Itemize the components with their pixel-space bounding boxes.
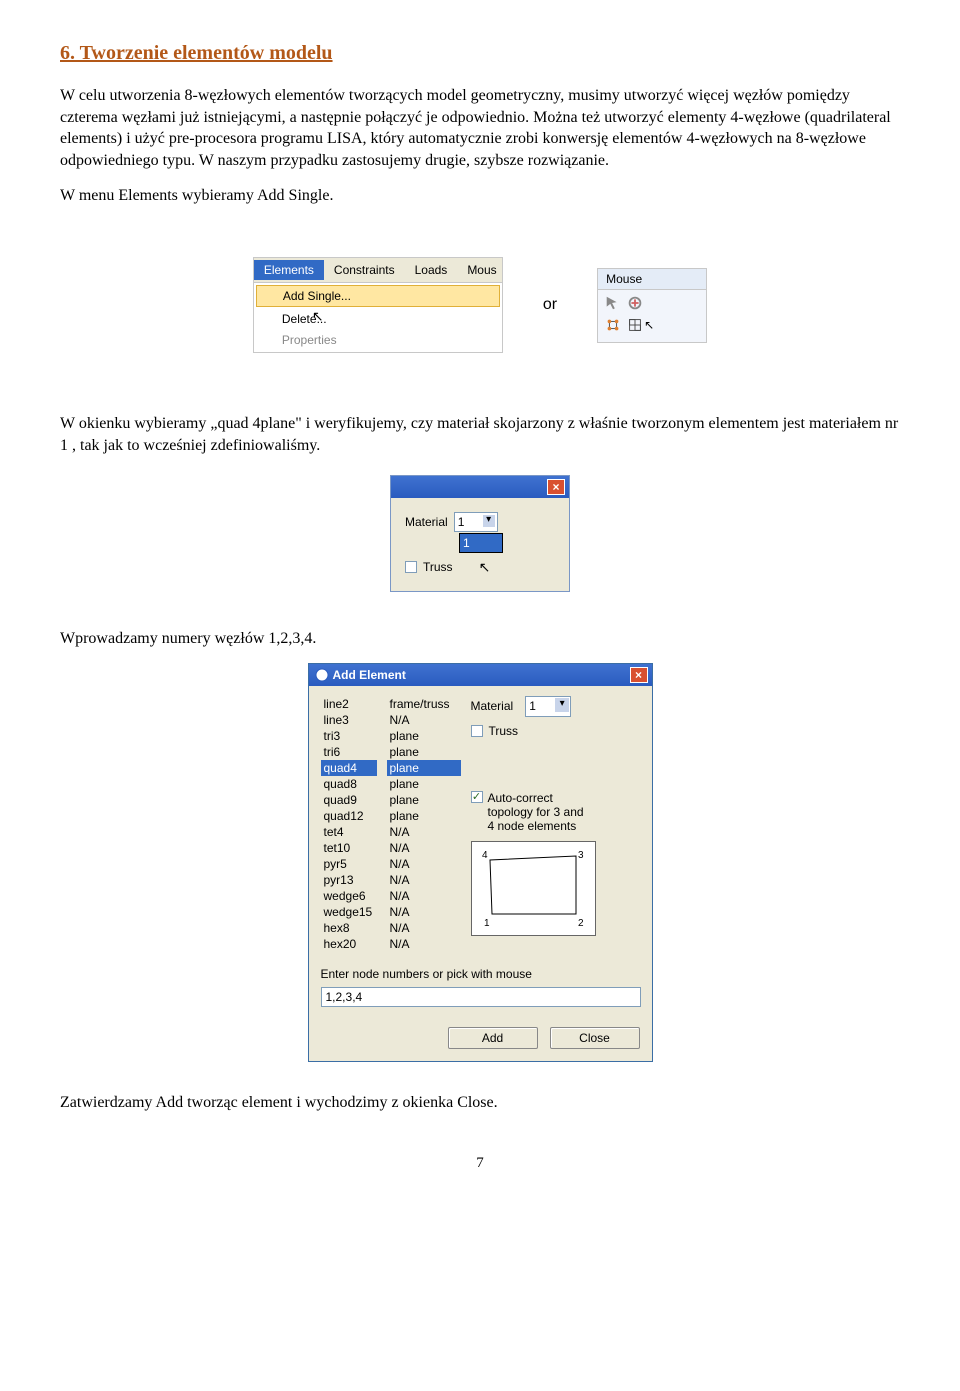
autocorrect-option[interactable]: ✓ Auto-correct topology for 3 and 4 node… — [471, 791, 642, 833]
paragraph-1: W celu utworzenia 8-węzłowych elementów … — [60, 85, 900, 171]
element-type-name[interactable]: tri3 — [321, 728, 377, 744]
titlebar: × — [391, 476, 569, 498]
element-type-name[interactable]: quad8 — [321, 776, 377, 792]
menubar-item-constraints[interactable]: Constraints — [324, 260, 405, 280]
chevron-down-icon: ▾ — [483, 515, 495, 527]
chevron-down-icon: ▾ — [555, 698, 569, 712]
titlebar: Add Element × — [309, 664, 652, 686]
paragraph-4: Wprowadzamy numery węzłów 1,2,3,4. — [60, 628, 900, 650]
element-type-name[interactable]: quad12 — [321, 808, 377, 824]
element-type-kind[interactable]: plane — [387, 792, 461, 808]
dropdown-option[interactable]: 1 — [459, 533, 503, 553]
material-label: Material — [405, 514, 448, 530]
menubar: Elements Constraints Loads Mous — [254, 258, 502, 283]
add-button[interactable]: Add — [448, 1027, 538, 1049]
close-button[interactable]: Close — [550, 1027, 640, 1049]
page-number: 7 — [60, 1153, 900, 1173]
add-node-icon[interactable] — [604, 316, 622, 334]
submenu-item-add-single[interactable]: Add Single... — [256, 285, 500, 307]
preview-node-1: 1 — [484, 918, 490, 928]
tool-icon[interactable] — [604, 294, 622, 312]
material-value: 1 — [458, 515, 465, 529]
section-heading: 6. Tworzenie elementów modelu — [60, 40, 900, 67]
add-element-dialog: Add Element × line2line3tri3tri6quad4qua… — [308, 663, 653, 1061]
element-type-kind[interactable]: N/A — [387, 840, 461, 856]
add-element-icon[interactable] — [626, 316, 644, 334]
menubar-mouse[interactable]: Mouse — [598, 269, 706, 290]
nodes-input-label: Enter node numbers or pick with mouse — [321, 966, 640, 982]
paragraph-3: W okienku wybieramy „quad 4plane" i wery… — [60, 413, 900, 456]
mouse-toolbar-screenshot: Mouse ↖ — [597, 268, 707, 343]
truss-label: Truss — [423, 559, 453, 575]
add-element-figure: Add Element × line2line3tri3tri6quad4qua… — [60, 663, 900, 1061]
preview-node-4: 4 — [482, 850, 488, 861]
element-type-col-kind: frame/trussN/Aplaneplaneplaneplaneplanep… — [387, 696, 461, 952]
or-label: or — [543, 294, 557, 316]
element-type-kind[interactable]: plane — [387, 760, 461, 776]
element-type-kind[interactable]: N/A — [387, 872, 461, 888]
tool-icon[interactable] — [626, 294, 644, 312]
menubar-item-mouse-trunc[interactable]: Mous — [457, 260, 506, 280]
element-type-name[interactable]: line2 — [321, 696, 377, 712]
element-type-kind[interactable]: plane — [387, 744, 461, 760]
element-type-name[interactable]: hex8 — [321, 920, 377, 936]
element-type-kind[interactable]: plane — [387, 776, 461, 792]
element-type-kind[interactable]: N/A — [387, 904, 461, 920]
material-label: Material — [471, 698, 514, 714]
close-icon[interactable]: × — [630, 667, 648, 683]
toolbar-row-1 — [598, 290, 706, 312]
element-type-kind[interactable]: N/A — [387, 920, 461, 936]
element-type-name[interactable]: line3 — [321, 712, 377, 728]
element-type-name[interactable]: hex20 — [321, 936, 377, 952]
element-type-kind[interactable]: plane — [387, 808, 461, 824]
element-preview: 4 3 1 2 — [471, 841, 596, 936]
element-type-kind[interactable]: N/A — [387, 936, 461, 952]
element-type-name[interactable]: pyr13 — [321, 872, 377, 888]
elements-menu-screenshot: Elements Constraints Loads Mous Add Sing… — [253, 257, 503, 353]
cursor-icon: ↖ — [644, 317, 654, 333]
element-type-name[interactable]: wedge15 — [321, 904, 377, 920]
menu-figure-row: Elements Constraints Loads Mous Add Sing… — [60, 257, 900, 353]
menubar-item-elements[interactable]: Elements — [254, 260, 324, 280]
paragraph-2: W menu Elements wybieramy Add Single. — [60, 185, 900, 207]
element-type-name[interactable]: wedge6 — [321, 888, 377, 904]
material-dialog-snippet: × Material 1 ▾ 1 Truss ↖ — [390, 475, 570, 592]
material-dropdown[interactable]: 1 ▾ — [454, 512, 498, 532]
element-type-kind[interactable]: frame/truss — [387, 696, 461, 712]
cursor-icon: ↖ — [479, 558, 491, 577]
material-figure: × Material 1 ▾ 1 Truss ↖ — [60, 475, 900, 592]
nodes-input[interactable] — [321, 987, 641, 1007]
element-type-kind[interactable]: plane — [387, 728, 461, 744]
element-type-name[interactable]: quad4 — [321, 760, 377, 776]
autocorrect-label: Auto-correct topology for 3 and 4 node e… — [488, 791, 584, 833]
menubar-item-loads[interactable]: Loads — [405, 260, 458, 280]
autocorrect-checkbox[interactable]: ✓ — [471, 791, 483, 803]
truss-checkbox[interactable] — [405, 561, 417, 573]
material-value: 1 — [529, 699, 536, 713]
material-dropdown[interactable]: 1 ▾ — [525, 696, 571, 716]
element-type-kind[interactable]: N/A — [387, 888, 461, 904]
dialog-title: Add Element — [333, 667, 406, 683]
element-type-name[interactable]: tet10 — [321, 840, 377, 856]
submenu-item-properties[interactable]: Properties — [256, 330, 500, 350]
preview-node-2: 2 — [578, 918, 584, 928]
element-type-name[interactable]: tet4 — [321, 824, 377, 840]
submenu-item-delete[interactable]: Delete... ↖ — [256, 307, 500, 330]
element-type-kind[interactable]: N/A — [387, 824, 461, 840]
element-type-kind[interactable]: N/A — [387, 856, 461, 872]
toolbar-row-2: ↖ — [598, 312, 706, 336]
element-type-name[interactable]: quad9 — [321, 792, 377, 808]
paragraph-5: Zatwierdzamy Add tworząc element i wycho… — [60, 1092, 900, 1114]
element-type-col-name: line2line3tri3tri6quad4quad8quad9quad12t… — [321, 696, 377, 952]
element-type-name[interactable]: pyr5 — [321, 856, 377, 872]
element-type-name[interactable]: tri6 — [321, 744, 377, 760]
truss-label: Truss — [489, 723, 519, 739]
element-type-kind[interactable]: N/A — [387, 712, 461, 728]
submenu-item-label: Delete... — [282, 312, 327, 326]
submenu: Add Single... Delete... ↖ Properties — [254, 283, 502, 352]
app-icon — [315, 668, 329, 682]
close-icon[interactable]: × — [547, 479, 565, 495]
truss-checkbox[interactable] — [471, 725, 483, 737]
preview-node-3: 3 — [578, 850, 584, 861]
